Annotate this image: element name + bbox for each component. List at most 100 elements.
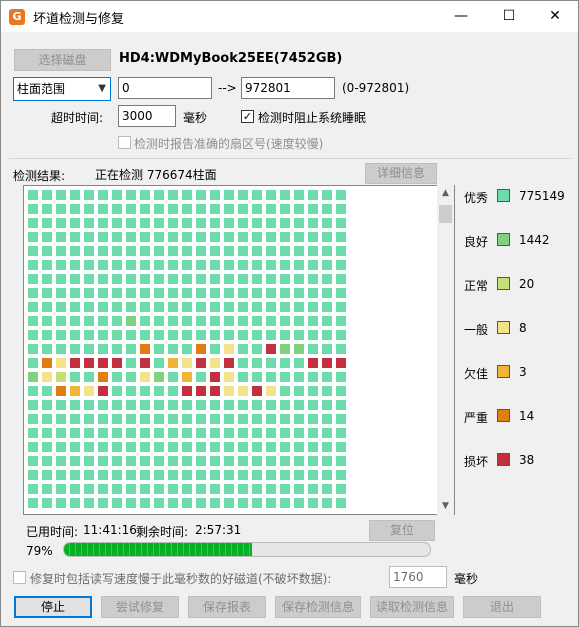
sector-cell <box>40 216 54 230</box>
repair-slow-tracks-checkbox[interactable] <box>13 571 26 584</box>
sector-cell <box>68 384 82 398</box>
sector-cell <box>306 328 320 342</box>
sector-cell <box>68 202 82 216</box>
sector-cell <box>82 398 96 412</box>
sector-cell <box>264 272 278 286</box>
sector-cell <box>264 286 278 300</box>
sector-cell <box>82 342 96 356</box>
sector-cell <box>334 426 348 440</box>
sector-cell <box>208 398 222 412</box>
sector-cell <box>96 188 110 202</box>
sector-cell <box>166 482 180 496</box>
sector-cell <box>306 468 320 482</box>
sector-cell <box>236 272 250 286</box>
load-result-button[interactable]: 读取检测信息 <box>370 596 454 618</box>
prevent-sleep-checkbox[interactable]: ✓ <box>241 110 254 123</box>
repair-ms-input[interactable]: 1760 <box>389 566 447 588</box>
close-button[interactable]: ✕ <box>532 1 578 32</box>
sector-cell <box>264 216 278 230</box>
sector-cell <box>222 328 236 342</box>
elapsed-label: 已用时间: <box>26 525 79 539</box>
sector-cell <box>250 384 264 398</box>
sector-cell <box>334 328 348 342</box>
sector-cell <box>306 216 320 230</box>
maximize-button[interactable]: ☐ <box>486 1 532 32</box>
sector-cell <box>96 286 110 300</box>
sector-cell <box>26 398 40 412</box>
scroll-up-icon[interactable]: ▲ <box>437 185 454 202</box>
sector-cell <box>166 426 180 440</box>
sector-cell <box>166 412 180 426</box>
sector-cell <box>236 426 250 440</box>
sector-cell <box>68 188 82 202</box>
sector-cell <box>152 328 166 342</box>
sector-cell <box>166 440 180 454</box>
details-button[interactable]: 详细信息 <box>365 163 437 184</box>
sector-cell <box>180 398 194 412</box>
sector-cell <box>124 398 138 412</box>
reset-button[interactable]: 复位 <box>369 520 435 541</box>
prevent-sleep-label: 检测时阻止系统睡眠 <box>258 111 367 125</box>
sector-cell <box>82 328 96 342</box>
sector-cell <box>320 258 334 272</box>
sector-cell <box>68 412 82 426</box>
report-exact-sector-label: 检测时报告准确的扇区号(速度较慢) <box>134 137 324 151</box>
try-repair-button[interactable]: 尝试修复 <box>101 596 179 618</box>
sector-cell <box>292 272 306 286</box>
legend-count: 38 <box>519 453 535 467</box>
range-mode-select[interactable]: 柱面范围 ▼ <box>13 77 111 101</box>
sector-cell <box>222 314 236 328</box>
sector-cell <box>54 286 68 300</box>
sector-cell <box>222 426 236 440</box>
sector-cell <box>96 258 110 272</box>
sector-cell <box>152 286 166 300</box>
scroll-down-icon[interactable]: ▼ <box>437 498 454 515</box>
range-hint: (0-972801) <box>342 81 410 95</box>
sector-cell <box>292 398 306 412</box>
minimize-button[interactable]: — <box>438 1 484 32</box>
sector-cell <box>110 286 124 300</box>
sector-cell <box>222 202 236 216</box>
sector-cell <box>250 230 264 244</box>
sector-cell <box>110 398 124 412</box>
sector-cell <box>236 398 250 412</box>
exit-button[interactable]: 退出 <box>463 596 541 618</box>
sector-cell <box>320 342 334 356</box>
sector-cell <box>306 300 320 314</box>
sector-cell <box>166 454 180 468</box>
progress-fill <box>64 543 252 556</box>
legend-swatch <box>497 365 510 378</box>
range-to-input[interactable]: 972801 <box>241 77 335 99</box>
sector-cell <box>320 244 334 258</box>
legend-label: 优秀 <box>464 191 489 205</box>
range-from-input[interactable]: 0 <box>118 77 212 99</box>
sector-cell <box>306 398 320 412</box>
sector-map-scrollbar[interactable]: ▲ ▼ <box>437 185 454 515</box>
sector-cell <box>138 342 152 356</box>
sector-cell <box>334 398 348 412</box>
sector-cell <box>138 454 152 468</box>
save-report-button[interactable]: 保存报表 <box>188 596 266 618</box>
sector-cell <box>222 244 236 258</box>
sector-cell <box>26 384 40 398</box>
sector-cell <box>306 412 320 426</box>
sector-cell <box>96 216 110 230</box>
scroll-thumb[interactable] <box>439 205 452 223</box>
sector-cell <box>26 188 40 202</box>
sector-cell <box>124 328 138 342</box>
sector-cell <box>138 370 152 384</box>
sector-cell <box>68 496 82 510</box>
range-arrow: --> <box>218 81 237 95</box>
sector-cell <box>292 244 306 258</box>
select-disk-button[interactable]: 选择磁盘 <box>14 49 111 71</box>
sector-cell <box>124 468 138 482</box>
sector-cell <box>26 258 40 272</box>
report-exact-sector-checkbox[interactable] <box>118 136 131 149</box>
timeout-input[interactable]: 3000 <box>118 105 176 127</box>
sector-cell <box>96 412 110 426</box>
sector-cell <box>152 356 166 370</box>
sector-cell <box>278 482 292 496</box>
sector-cell <box>54 384 68 398</box>
stop-button[interactable]: 停止 <box>14 596 92 618</box>
save-result-button[interactable]: 保存检测信息 <box>275 596 361 618</box>
